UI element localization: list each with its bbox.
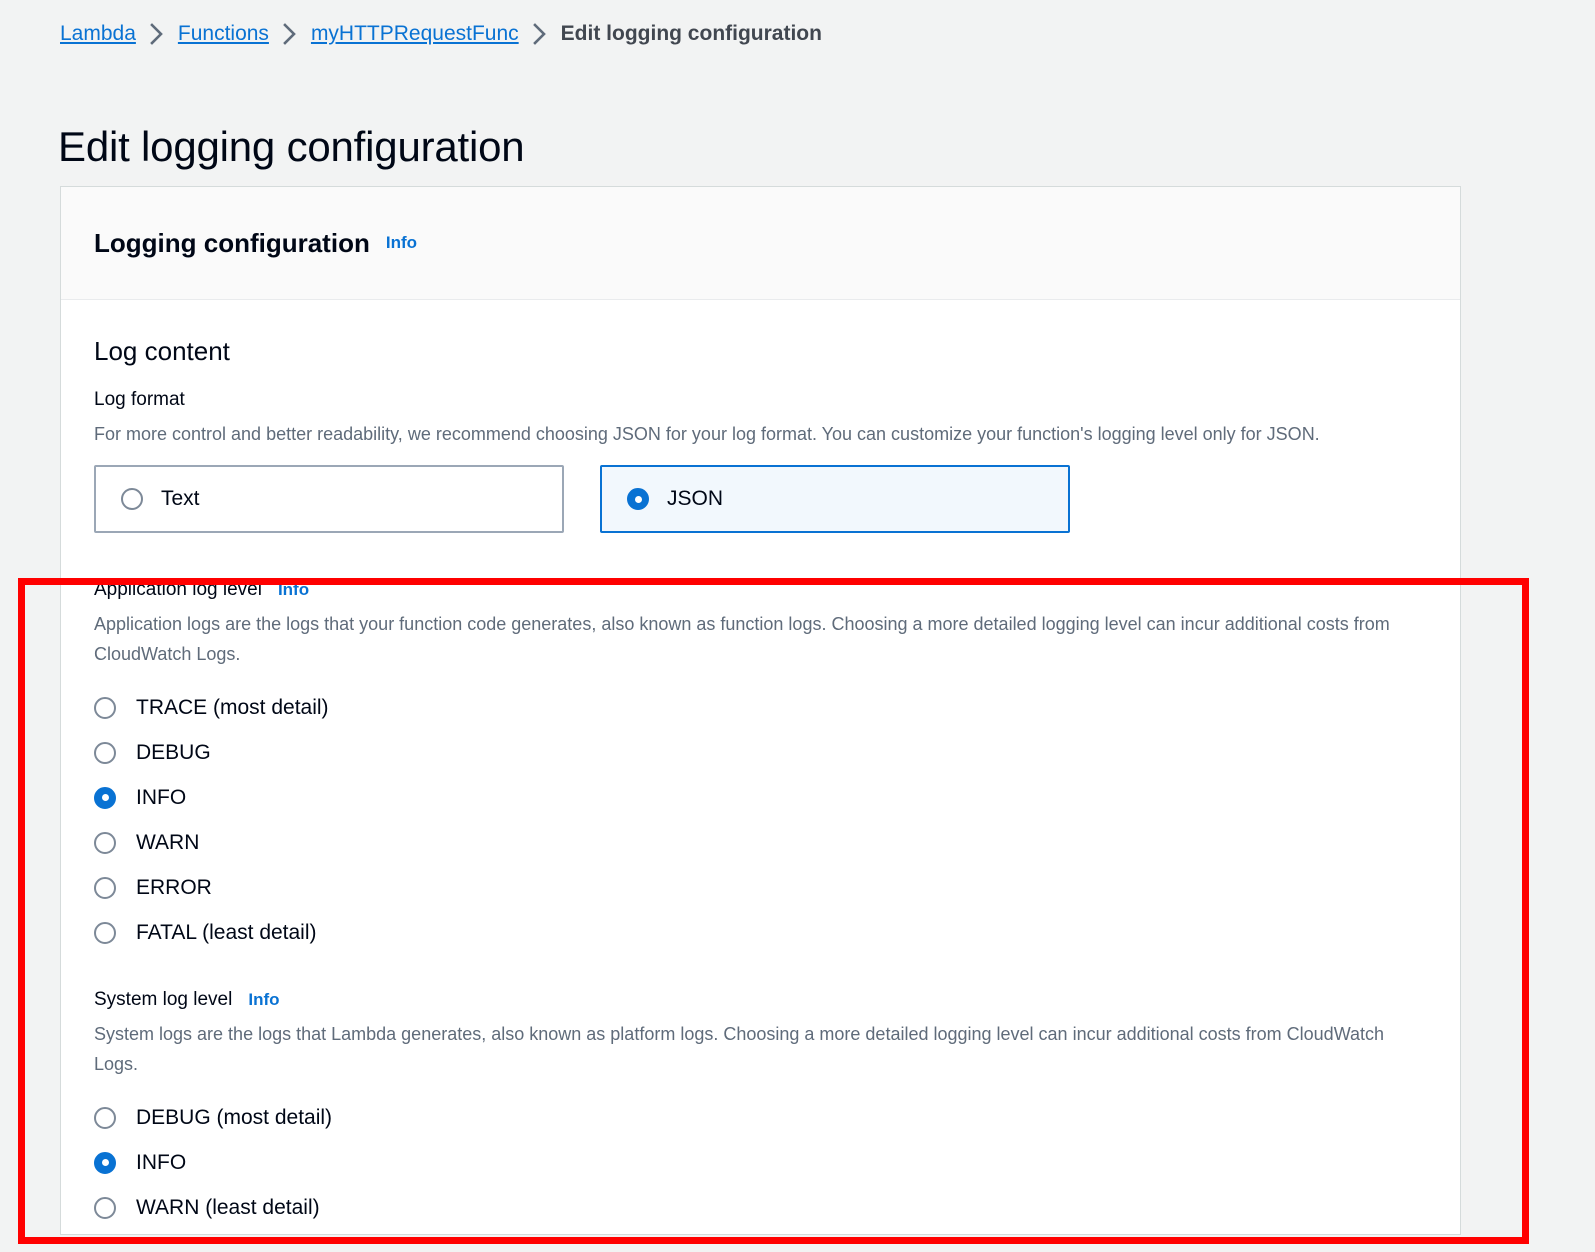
log-format-tile-json-label: JSON [667,487,723,511]
application-log-level-label-text: Application log level [94,579,262,601]
radio-icon-sys-warn[interactable] [94,1197,116,1219]
radio-icon-app-info[interactable] [94,787,116,809]
application-log-level-radio-group: TRACE (most detail) DEBUG INFO WARN ERRO… [94,685,1427,955]
log-format-tile-text-label: Text [161,487,200,511]
radio-icon-text[interactable] [121,488,143,510]
chevron-right-icon [533,23,547,45]
log-format-tile-json[interactable]: JSON [600,465,1070,533]
radio-row-app-info[interactable]: INFO [94,775,1427,820]
radio-icon-app-trace[interactable] [94,697,116,719]
radio-row-app-error[interactable]: ERROR [94,865,1427,910]
radio-label-sys-info: INFO [136,1151,186,1175]
radio-label-app-trace: TRACE (most detail) [136,696,329,720]
log-format-description: For more control and better readability,… [94,419,1412,449]
system-log-level-label: System log level Info [94,989,1427,1011]
radio-row-app-fatal[interactable]: FATAL (least detail) [94,910,1427,955]
log-format-tile-group: Text JSON [94,465,1427,533]
system-log-level-description: System logs are the logs that Lambda gen… [94,1019,1412,1079]
log-content-section-title: Log content [94,336,1427,367]
radio-row-app-debug[interactable]: DEBUG [94,730,1427,775]
card-header-title: Logging configuration [94,228,370,259]
radio-label-app-warn: WARN [136,831,199,855]
chevron-right-icon [150,23,164,45]
radio-icon-app-fatal[interactable] [94,922,116,944]
radio-icon-app-error[interactable] [94,877,116,899]
radio-label-sys-debug: DEBUG (most detail) [136,1106,332,1130]
radio-icon-json[interactable] [627,488,649,510]
radio-label-app-fatal: FATAL (least detail) [136,921,317,945]
radio-label-sys-warn: WARN (least detail) [136,1196,320,1220]
radio-icon-sys-debug[interactable] [94,1107,116,1129]
radio-row-app-trace[interactable]: TRACE (most detail) [94,685,1427,730]
chevron-right-icon [283,23,297,45]
radio-label-app-error: ERROR [136,876,212,900]
radio-row-sys-debug[interactable]: DEBUG (most detail) [94,1095,1427,1140]
radio-icon-app-warn[interactable] [94,832,116,854]
logging-configuration-card: Logging configuration Info Log content L… [60,186,1461,1235]
breadcrumb: Lambda Functions myHTTPRequestFunc Edit … [60,20,822,48]
radio-row-app-warn[interactable]: WARN [94,820,1427,865]
radio-label-app-debug: DEBUG [136,741,211,765]
logging-configuration-info-link[interactable]: Info [386,233,417,253]
breadcrumb-item-functions[interactable]: Functions [178,20,269,48]
radio-icon-sys-info[interactable] [94,1152,116,1174]
system-log-level-radio-group: DEBUG (most detail) INFO WARN (least det… [94,1095,1427,1230]
card-header: Logging configuration Info [61,187,1460,300]
breadcrumb-item-lambda[interactable]: Lambda [60,20,136,48]
application-log-level-label: Application log level Info [94,579,1427,601]
radio-row-sys-info[interactable]: INFO [94,1140,1427,1185]
radio-label-app-info: INFO [136,786,186,810]
application-log-level-info-link[interactable]: Info [278,580,309,600]
breadcrumb-item-current: Edit logging configuration [561,20,822,48]
log-format-label-text: Log format [94,389,185,411]
page-title: Edit logging configuration [58,120,524,174]
card-body: Log content Log format For more control … [61,300,1460,1230]
radio-icon-app-debug[interactable] [94,742,116,764]
radio-row-sys-warn[interactable]: WARN (least detail) [94,1185,1427,1230]
system-log-level-label-text: System log level [94,989,232,1011]
system-log-level-info-link[interactable]: Info [248,990,279,1010]
log-format-label: Log format [94,389,1427,411]
breadcrumb-item-function-name[interactable]: myHTTPRequestFunc [311,20,519,48]
application-log-level-description: Application logs are the logs that your … [94,609,1412,669]
log-format-tile-text[interactable]: Text [94,465,564,533]
